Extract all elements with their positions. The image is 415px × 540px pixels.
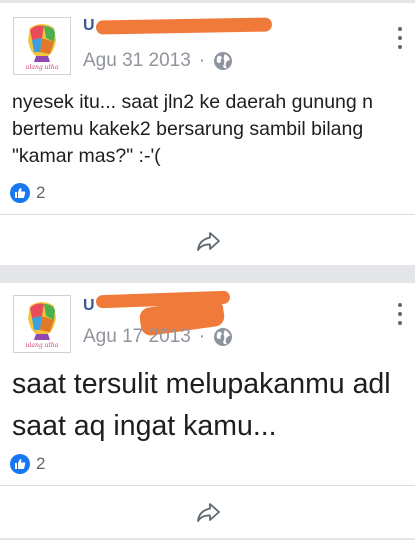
post-card: ulang utha U Agu 17 2013 · saat tersulit…	[0, 283, 415, 538]
like-count: 2	[36, 454, 46, 473]
post-meta: Agu 31 2013 ·	[83, 50, 233, 72]
share-button[interactable]	[0, 496, 415, 528]
like-icon	[10, 454, 30, 474]
globe-icon	[214, 52, 233, 70]
post-text: saat tersulit melupakanmu adl saat aq in…	[12, 368, 391, 442]
post-card: ulang utha U Agu 31 2013 · nyesek itu...…	[0, 3, 415, 265]
avatar-portrait-icon: ulang utha	[14, 296, 70, 352]
more-options-icon[interactable]	[397, 27, 403, 49]
share-icon	[196, 232, 220, 251]
post-date[interactable]: Agu 17 2013	[83, 326, 191, 348]
more-options-icon[interactable]	[397, 303, 403, 325]
divider	[0, 214, 415, 215]
avatar[interactable]: ulang utha	[13, 295, 71, 353]
avatar[interactable]: ulang utha	[13, 17, 71, 75]
share-button[interactable]	[0, 225, 415, 257]
meta-separator: ·	[198, 326, 206, 347]
post-meta: Agu 17 2013 ·	[83, 326, 233, 348]
redaction-overlay	[95, 17, 273, 35]
post-date[interactable]: Agu 31 2013	[83, 50, 191, 72]
like-icon	[10, 183, 30, 203]
divider	[0, 485, 415, 486]
meta-separator: ·	[198, 50, 206, 71]
like-count: 2	[36, 183, 46, 202]
author-name[interactable]: U	[83, 297, 95, 317]
reactions-summary[interactable]: 2	[10, 454, 45, 474]
globe-icon	[214, 328, 233, 346]
share-icon	[196, 503, 220, 522]
reactions-summary[interactable]: 2	[10, 183, 45, 203]
avatar-portrait-icon: ulang utha	[14, 18, 70, 74]
author-name[interactable]: U	[83, 17, 95, 37]
svg-text:ulang utha: ulang utha	[26, 342, 59, 349]
svg-text:ulang utha: ulang utha	[26, 64, 59, 71]
post-text: nyesek itu... saat jln2 ke daerah gunung…	[12, 91, 373, 167]
